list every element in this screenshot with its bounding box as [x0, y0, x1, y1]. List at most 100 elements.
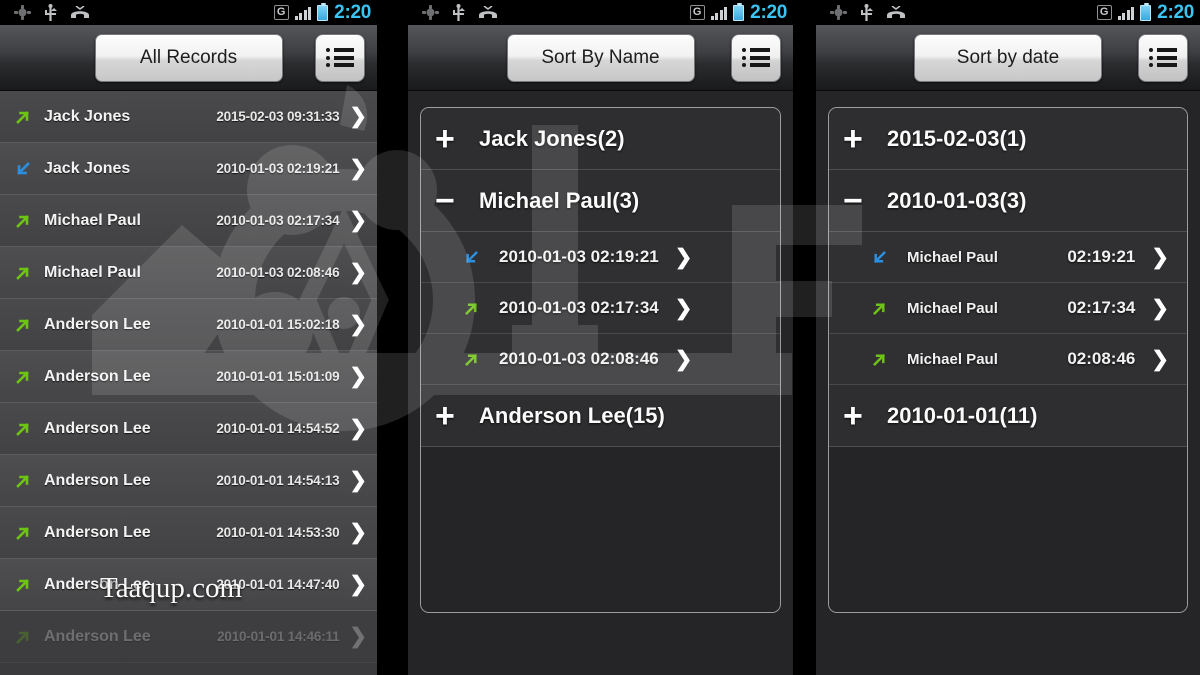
action-bar-sort-by-date: Sort by date: [816, 25, 1200, 91]
call-timestamp: 2010-01-01 15:02:18: [216, 317, 340, 332]
call-type-icon: [871, 249, 893, 266]
call-record-row[interactable]: Anderson Lee 2010-01-01 15:02:18 ❯: [0, 299, 377, 351]
call-record-row[interactable]: Anderson Lee 2010-01-01 14:53:30 ❯: [0, 507, 377, 559]
chevron-right-icon[interactable]: ❯: [349, 210, 367, 231]
contact-name: Anderson Lee: [44, 627, 151, 645]
list-menu-icon: [1149, 45, 1177, 71]
chevron-right-icon[interactable]: ❯: [349, 574, 367, 595]
group-child-row[interactable]: Michael Paul 02:08:46 ❯: [829, 334, 1187, 385]
expand-icon[interactable]: +: [843, 122, 877, 156]
menu-button[interactable]: [315, 33, 365, 82]
call-record-row[interactable]: Anderson Lee 2010-01-01 14:46:11 ❯: [0, 611, 377, 663]
call-timestamp: 2010-01-01 14:47:40: [216, 577, 340, 592]
child-primary-text: Michael Paul: [907, 248, 998, 266]
status-bar-clock: 2:20: [334, 1, 371, 23]
call-type-icon: [463, 300, 485, 317]
call-record-row[interactable]: Michael Paul 2010-01-03 02:08:46 ❯: [0, 247, 377, 299]
status-bar-left-icons: [422, 4, 498, 21]
group-child-row[interactable]: 2010-01-03 02:08:46 ❯: [421, 334, 780, 385]
chevron-right-icon[interactable]: ❯: [349, 626, 367, 647]
group-header[interactable]: − Michael Paul(3): [421, 170, 780, 232]
outgoing-call-icon: [16, 578, 29, 592]
group-header[interactable]: + Anderson Lee(15): [421, 385, 780, 447]
battery-icon: [1140, 2, 1152, 21]
group-header[interactable]: −2010-01-03(3): [829, 170, 1187, 232]
incoming-call-icon: [465, 250, 478, 263]
chevron-right-icon[interactable]: ❯: [675, 247, 693, 268]
collapse-icon[interactable]: −: [843, 184, 877, 218]
title-button-all-records[interactable]: All Records: [94, 33, 283, 82]
chevron-right-icon[interactable]: ❯: [349, 522, 367, 543]
group-label: 2010-01-01(11): [887, 402, 1038, 428]
chevron-right-icon[interactable]: ❯: [349, 106, 367, 127]
group-child-row[interactable]: Michael Paul 02:19:21 ❯: [829, 232, 1187, 283]
chevron-right-icon[interactable]: ❯: [349, 418, 367, 439]
group-header[interactable]: +2010-01-01(11): [829, 385, 1187, 447]
chevron-right-icon[interactable]: ❯: [1151, 247, 1169, 268]
call-timestamp: 2010-01-01 14:54:13: [216, 473, 340, 488]
call-record-row[interactable]: Michael Paul 2010-01-03 02:17:34 ❯: [0, 195, 377, 247]
group-child-row[interactable]: 2010-01-03 02:17:34 ❯: [421, 283, 780, 334]
group-label: 2010-01-03(3): [887, 187, 1027, 213]
menu-button[interactable]: [1138, 33, 1188, 82]
grouped-call-list-by-name[interactable]: + Jack Jones(2) − Michael Paul(3) 2010-01-03…: [420, 107, 781, 613]
call-timestamp: 2010-01-01 15:01:09: [216, 369, 340, 384]
group-label: 2015-02-03(1): [887, 125, 1027, 151]
menu-button[interactable]: [731, 33, 781, 82]
missed-call-icon: [71, 5, 89, 18]
chevron-right-icon[interactable]: ❯: [349, 314, 367, 335]
chevron-right-icon[interactable]: ❯: [349, 366, 367, 387]
outgoing-call-icon: [16, 110, 29, 124]
collapse-icon[interactable]: −: [435, 184, 469, 218]
usb-icon: [861, 4, 873, 21]
call-record-row[interactable]: Anderson Lee 2010-01-01 14:54:52 ❯: [0, 403, 377, 455]
signal-bars-icon: [710, 6, 728, 20]
call-record-row[interactable]: Jack Jones 2015-02-03 09:31:33 ❯: [0, 91, 377, 143]
child-time: 02:08:46: [1067, 349, 1136, 368]
expand-icon[interactable]: +: [435, 399, 469, 433]
status-bar-right-icons: G 2:20: [636, 2, 787, 24]
three-screenshot-composite: G 2:20 All Records Jack Jones 2015-02-03 …: [0, 0, 1200, 675]
chevron-right-icon[interactable]: ❯: [1151, 349, 1169, 370]
group-label: Michael Paul(3): [479, 187, 640, 213]
call-type-icon: [14, 108, 38, 126]
status-bar-right-icons: G 2:20: [1096, 2, 1194, 24]
expand-icon[interactable]: +: [843, 399, 877, 433]
group-label: Jack Jones(2): [479, 125, 625, 151]
chevron-right-icon[interactable]: ❯: [349, 158, 367, 179]
call-record-row[interactable]: Anderson Lee 2010-01-01 14:47:40 ❯: [0, 559, 377, 611]
signal-bars-icon: [1117, 6, 1135, 20]
call-timestamp: 2010-01-01 14:54:52: [216, 421, 340, 436]
group-child-row[interactable]: Michael Paul 02:17:34 ❯: [829, 283, 1187, 334]
group-header[interactable]: + Jack Jones(2): [421, 108, 780, 170]
contact-name: Michael Paul: [44, 263, 141, 281]
group-header[interactable]: +2015-02-03(1): [829, 108, 1187, 170]
title-button-sort-by-name[interactable]: Sort By Name: [506, 33, 695, 82]
chevron-right-icon[interactable]: ❯: [349, 262, 367, 283]
chevron-right-icon[interactable]: ❯: [349, 470, 367, 491]
status-bar-clock: 2:20: [750, 1, 787, 23]
status-bar: G 2:20: [0, 0, 377, 25]
chevron-right-icon[interactable]: ❯: [675, 349, 693, 370]
child-primary-text: 2010-01-03 02:19:21: [499, 247, 659, 266]
call-record-row[interactable]: Jack Jones 2010-01-03 02:19:21 ❯: [0, 143, 377, 195]
status-bar: G 2:20: [816, 0, 1200, 25]
android-sync-icon: [14, 5, 31, 20]
chevron-right-icon[interactable]: ❯: [675, 298, 693, 319]
child-primary-text: 2010-01-03 02:08:46: [499, 349, 659, 368]
outgoing-call-icon: [465, 353, 478, 366]
group-child-row[interactable]: 2010-01-03 02:19:21 ❯: [421, 232, 780, 283]
title-button-sort-by-date[interactable]: Sort by date: [914, 33, 1102, 82]
grouped-call-list-by-date[interactable]: +2015-02-03(1) −2010-01-03(3) Michael Paul…: [828, 107, 1188, 613]
chevron-right-icon[interactable]: ❯: [1151, 298, 1169, 319]
call-record-list[interactable]: Jack Jones 2015-02-03 09:31:33 ❯ Jack Jones…: [0, 91, 377, 675]
outgoing-call-icon: [873, 302, 886, 315]
call-type-icon: [871, 300, 893, 317]
call-record-row[interactable]: Anderson Lee 2010-01-01 14:54:13 ❯: [0, 455, 377, 507]
expand-icon[interactable]: +: [435, 122, 469, 156]
contact-name: Jack Jones: [44, 107, 131, 125]
child-primary-text: Michael Paul: [907, 350, 998, 368]
network-type-badge: G: [1096, 5, 1112, 20]
call-record-row[interactable]: Anderson Lee 2010-01-01 15:01:09 ❯: [0, 351, 377, 403]
outgoing-call-icon: [873, 353, 886, 366]
